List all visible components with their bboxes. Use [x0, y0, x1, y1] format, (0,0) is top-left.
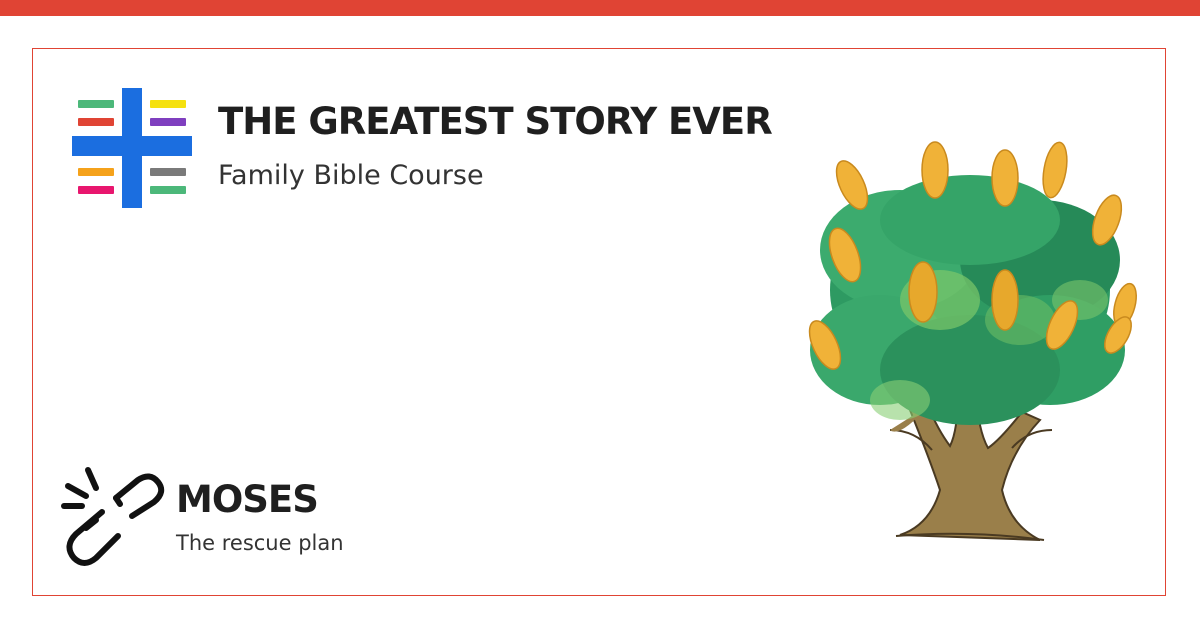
tree-canopy: [810, 175, 1125, 425]
lesson-subtitle: The rescue plan: [176, 531, 344, 555]
tree-illustration: [808, 141, 1137, 541]
lesson-title: MOSES: [176, 478, 319, 521]
course-logo-icon: [72, 88, 192, 208]
course-title: THE GREATEST STORY EVER: [218, 100, 773, 143]
course-subtitle: Family Bible Course: [218, 160, 484, 191]
broken-chain-icon: [61, 467, 165, 566]
top-accent-bar: [0, 0, 1200, 16]
